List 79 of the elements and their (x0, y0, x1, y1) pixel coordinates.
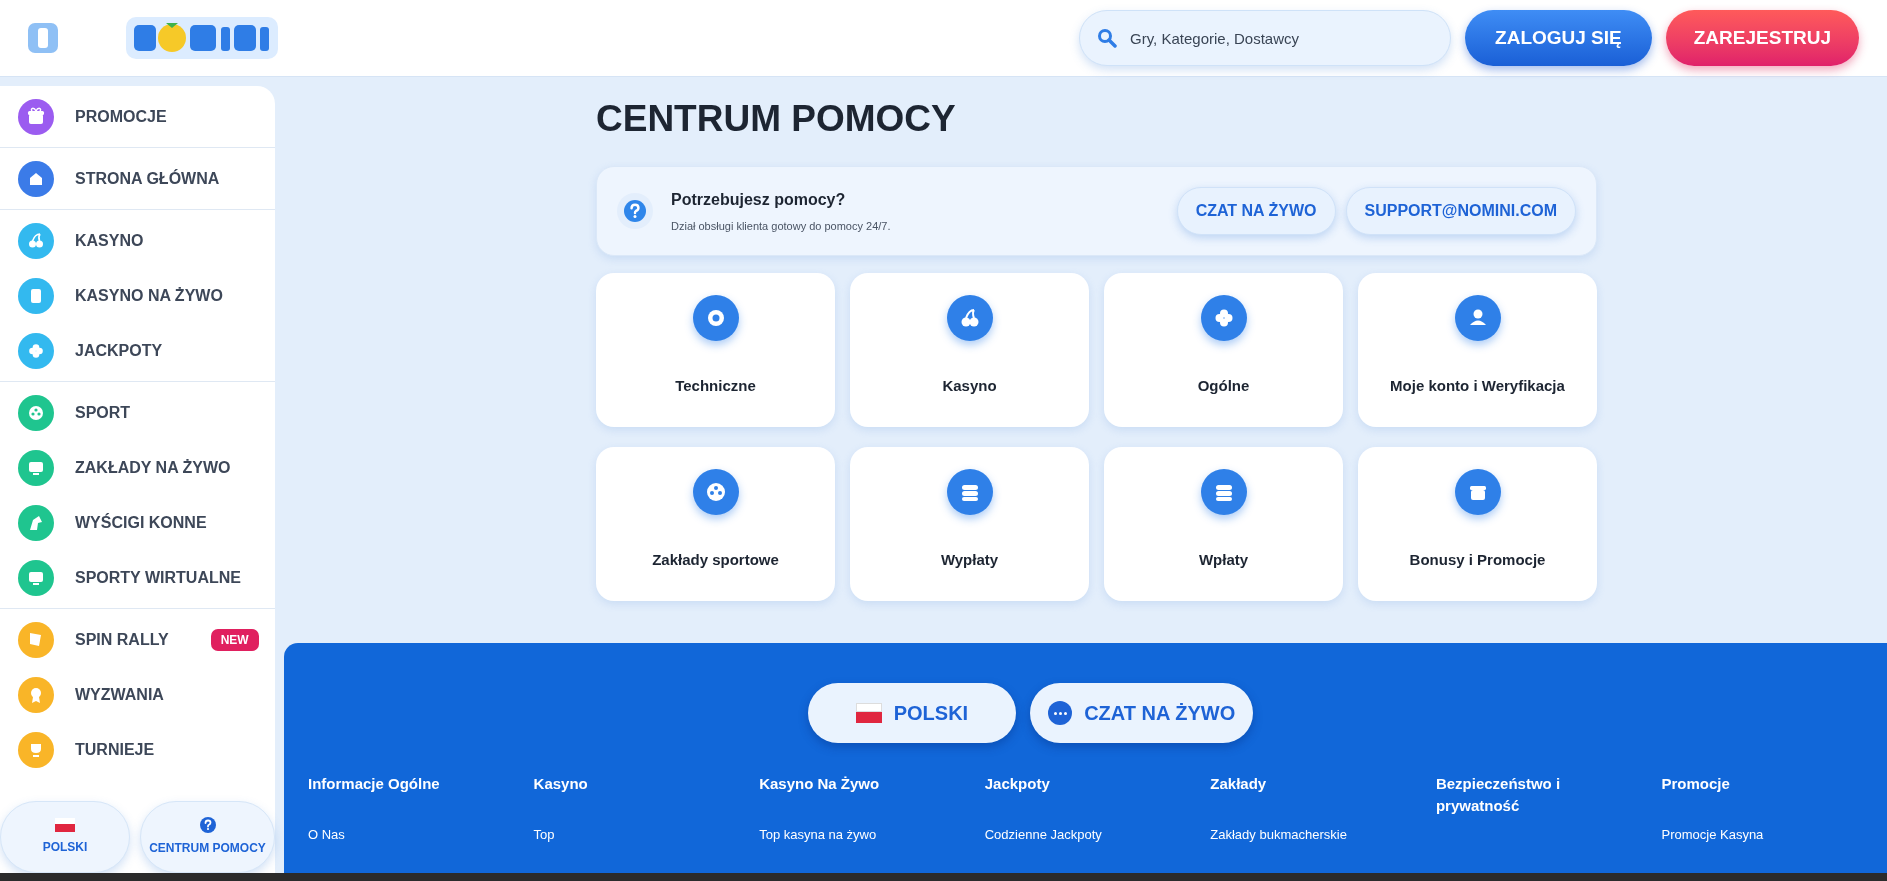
sidebar-item[interactable]: TURNIEJE (0, 722, 275, 777)
footer-link[interactable]: Top (533, 825, 555, 845)
category-icon (1454, 295, 1501, 341)
help-subtitle: Dział obsługi klienta gotowy do pomocy 24/7. (671, 218, 891, 234)
category-label: Bonusy i Promocje (1409, 550, 1546, 570)
chat-icon (1048, 701, 1073, 725)
sidebar-item[interactable]: JACKPOTY (0, 323, 275, 378)
category-card[interactable]: Kasyno (850, 273, 1089, 427)
category-label: Moje konto i Weryfikacja (1390, 376, 1565, 396)
register-button[interactable]: ZAREJESTRUJ (1665, 10, 1859, 66)
question-icon (199, 817, 216, 833)
sidebar-item[interactable]: STRONA GŁÓWNA (0, 151, 275, 206)
page-title: CENTRUM POMOCY (596, 97, 956, 141)
menu-label: WYZWANIA (75, 684, 164, 705)
category-icon (946, 469, 993, 515)
category-label: Kasyno (942, 376, 997, 396)
menu-label: WYŚCIGI KONNE (75, 512, 207, 533)
footer-heading: Zakłady (1210, 774, 1268, 794)
footer-link[interactable]: O Nas (308, 825, 345, 845)
menu-label: JACKPOTY (75, 340, 163, 361)
menu-label: TURNIEJE (75, 739, 155, 760)
sidebar-item[interactable]: WYŚCIGI KONNE (0, 495, 275, 550)
sidebar-item[interactable]: PROMOCJE (0, 89, 275, 144)
footer-link[interactable]: Zakłady bukmacherskie (1210, 825, 1347, 845)
category-card[interactable]: Wypłaty (850, 447, 1089, 601)
menu-label: SPIN RALLY (75, 629, 169, 650)
sidebar-item[interactable]: ZAKŁADY NA ŻYWO (0, 440, 275, 495)
footer-link[interactable]: Promocje Kasyna (1661, 825, 1764, 845)
category-icon (692, 295, 739, 341)
email-button[interactable]: SUPPORT@NOMINI.COM (1345, 187, 1576, 235)
live-chat-button[interactable]: CZAT NA ŻYWO (1176, 187, 1336, 235)
poland-flag-icon (55, 818, 75, 832)
category-icon (1454, 469, 1501, 515)
footer-heading: Informacje Ogólne (308, 774, 441, 794)
search-icon (1097, 28, 1118, 48)
sidebar-item[interactable]: SPIN RALLY NEW (0, 612, 275, 667)
sidebar-item[interactable]: KASYNO (0, 213, 275, 268)
sidebar-item[interactable]: SPORT (0, 385, 275, 440)
category-card[interactable]: Zakłady sportowe (596, 447, 835, 601)
category-icon (692, 469, 739, 515)
footer-heading: Kasyno Na Żywo (759, 774, 881, 794)
footer-heading: Promocje (1661, 774, 1731, 794)
menu-label: SPORT (75, 402, 131, 423)
new-badge: NEW (210, 628, 259, 651)
menu-label: KASYNO (75, 230, 144, 251)
category-card[interactable]: Bonusy i Promocje (1358, 447, 1597, 601)
category-icon (1200, 469, 1247, 515)
language-button[interactable]: POLSKI (807, 683, 1017, 743)
footer-link[interactable]: Top kasyna na żywo (759, 825, 877, 845)
footer-heading: Bezpieczeństwo i prywatność (1435, 774, 1562, 816)
category-card[interactable]: Techniczne (596, 273, 835, 427)
sidebar-item[interactable]: SPORTY WIRTUALNE (0, 550, 275, 605)
menu-label: KASYNO NA ŻYWO (75, 285, 223, 306)
poland-flag-icon (855, 703, 882, 723)
live-chat-button[interactable]: CZAT NA ŻYWO (1030, 683, 1254, 743)
category-label: Techniczne (675, 376, 756, 396)
footer-heading: Jackpoty (984, 774, 1051, 794)
footer-link[interactable]: Codzienne Jackpoty (984, 825, 1102, 845)
search-field[interactable]: Gry, Kategorie, Dostawcy (1079, 10, 1452, 66)
menu-label: PROMOCJE (75, 106, 167, 127)
help-title: Potrzebujesz pomocy? (671, 189, 847, 210)
menu-label: ZAKŁADY NA ŻYWO (75, 457, 231, 478)
category-card[interactable]: Wpłaty (1104, 447, 1343, 601)
sidebar-item[interactable]: KASYNO NA ŻYWO (0, 268, 275, 323)
category-label: Ogólne (1197, 376, 1250, 396)
category-icon (946, 295, 993, 341)
menu-label: SPORTY WIRTUALNE (75, 567, 241, 588)
category-label: Wpłaty (1198, 550, 1249, 570)
category-label: Wypłaty (940, 550, 999, 570)
category-label: Zakłady sportowe (652, 550, 779, 570)
login-button[interactable]: ZALOGUJ SIĘ (1465, 10, 1652, 66)
category-icon (1200, 295, 1247, 341)
menu-label: STRONA GŁÓWNA (75, 168, 220, 189)
category-card[interactable]: Moje konto i Weryfikacja (1358, 273, 1597, 427)
question-icon (617, 193, 653, 229)
footer-heading: Kasyno (533, 774, 589, 794)
sidebar-item[interactable]: WYZWANIA (0, 667, 275, 722)
sidebar-toggle-icon[interactable] (28, 23, 58, 53)
category-card[interactable]: Ogólne (1104, 273, 1343, 427)
